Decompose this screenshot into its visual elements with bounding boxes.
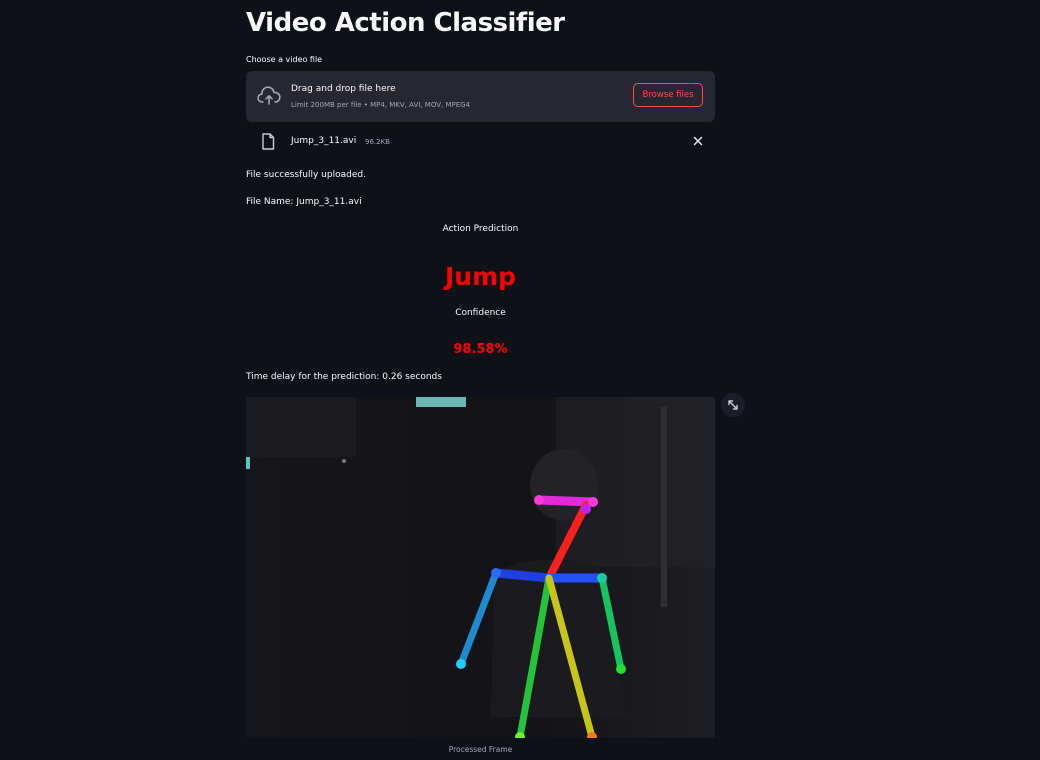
prediction-delay-text: Time delay for the prediction: 0.26 seco… [246, 372, 442, 382]
action-prediction-label: Action Prediction [442, 224, 519, 234]
expand-icon [728, 400, 738, 410]
page-title: Video Action Classifier [246, 8, 565, 38]
frame-caption: Processed Frame [448, 745, 513, 754]
file-icon [262, 133, 275, 150]
file-dropzone[interactable]: Drag and drop file here Limit 200MB per … [246, 71, 715, 122]
uploaded-file-size: 96.2KB [365, 138, 390, 146]
dropzone-title: Drag and drop file here [291, 84, 396, 94]
uploaded-file-name: Jump_3_11.avi [291, 136, 357, 146]
confidence-value: 98.58% [453, 342, 508, 357]
browse-files-button[interactable]: Browse files [633, 83, 703, 107]
action-prediction-value: Jump [444, 262, 517, 291]
cloud-upload-icon [257, 86, 281, 105]
uploader-label: Choose a video file [246, 55, 323, 64]
upload-status-message: File successfully uploaded. [246, 170, 366, 180]
processed-frame-image [246, 397, 715, 738]
uploaded-file-row: Jump_3_11.avi 96.2KB [246, 130, 715, 154]
close-icon[interactable] [692, 135, 704, 147]
file-name-line: File Name: Jump_3_11.avi [246, 197, 362, 207]
confidence-label: Confidence [455, 308, 506, 318]
dropzone-limit: Limit 200MB per file • MP4, MKV, AVI, MO… [291, 101, 471, 109]
pose-skeleton-frame [246, 397, 715, 738]
fullscreen-button[interactable] [721, 393, 745, 417]
